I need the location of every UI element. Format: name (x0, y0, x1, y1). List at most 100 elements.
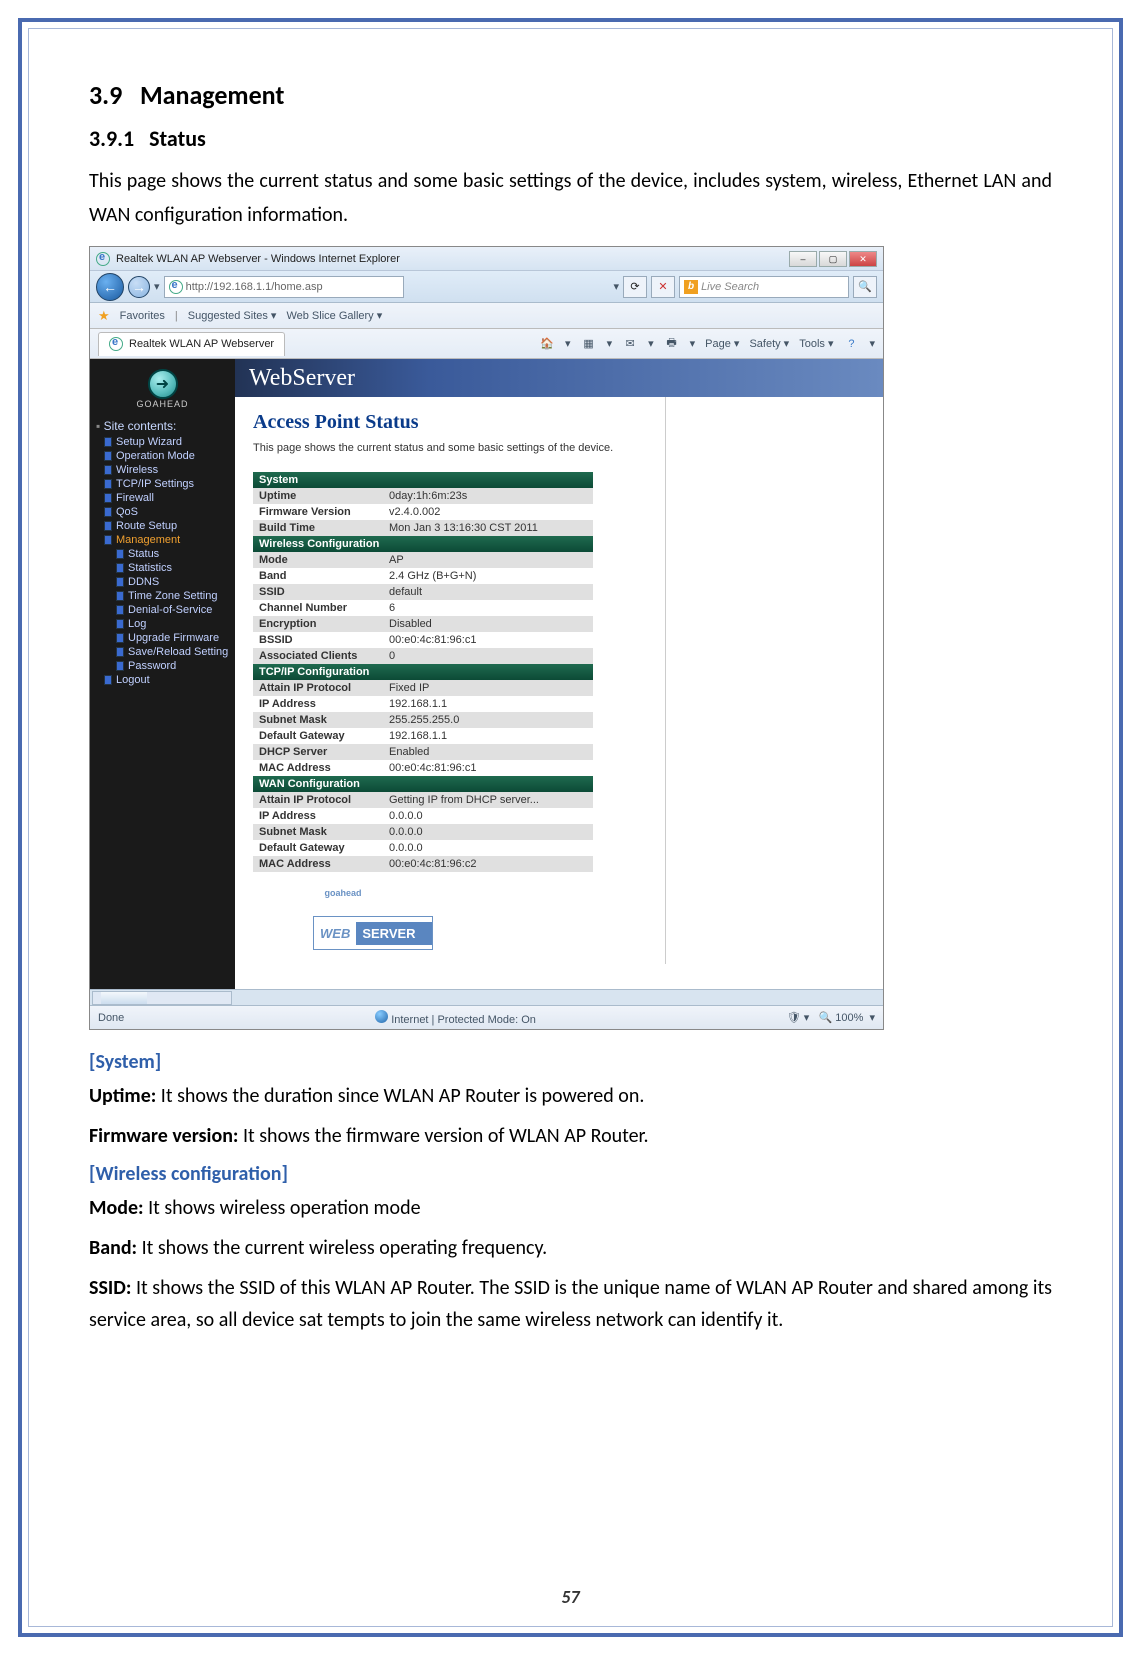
addr-dropdown-icon[interactable]: ▾ (613, 280, 619, 293)
favorites-label[interactable]: Favorites (120, 310, 165, 322)
sidebar-item-statistics[interactable]: Statistics (94, 561, 231, 575)
goahead-text: GOAHEAD (94, 399, 231, 409)
table-row: Firmware Versionv2.4.0.002 (253, 504, 593, 520)
table-row: Uptime0day:1h:6m:23s (253, 488, 593, 504)
horizontal-scrollbar[interactable] (90, 989, 883, 1005)
help-icon[interactable]: ? (843, 336, 859, 352)
sidebar-item-password[interactable]: Password (94, 659, 231, 673)
row-key: Build Time (253, 520, 383, 536)
sidebar-item-denial-of-service[interactable]: Denial-of-Service (94, 603, 231, 617)
sidebar-item-setup-wizard[interactable]: Setup Wizard (94, 435, 231, 449)
row-key: SSID (253, 584, 383, 600)
row-value: 255.255.255.0 (383, 712, 593, 728)
row-key: IP Address (253, 808, 383, 824)
refresh-button[interactable]: ⟳ (623, 276, 647, 298)
home-icon[interactable]: 🏠 (539, 336, 555, 352)
sidebar-item-save-reload-setting[interactable]: Save/Reload Setting (94, 645, 231, 659)
back-button[interactable]: ← (96, 273, 124, 301)
row-key: Encryption (253, 616, 383, 632)
def-band: Band: It shows the current wireless oper… (89, 1232, 1052, 1264)
row-key: Channel Number (253, 600, 383, 616)
search-button[interactable]: 🔍 (853, 276, 877, 298)
minimize-button[interactable]: – (789, 251, 817, 267)
app-brand: WebServer (249, 365, 355, 392)
row-value: Enabled (383, 744, 593, 760)
row-key: BSSID (253, 632, 383, 648)
sidebar-item-ddns[interactable]: DDNS (94, 575, 231, 589)
row-value: 0day:1h:6m:23s (383, 488, 593, 504)
def-mode: Mode: It shows wireless operation mode (89, 1192, 1052, 1224)
row-value: Mon Jan 3 13:16:30 CST 2011 (383, 520, 593, 536)
sidebar-item-firewall[interactable]: Firewall (94, 491, 231, 505)
table-row: Band2.4 GHz (B+G+N) (253, 568, 593, 584)
nav-dropdown-icon[interactable]: ▾ (154, 280, 160, 293)
table-row: Associated Clients0 (253, 648, 593, 664)
row-value: 0.0.0.0 (383, 808, 593, 824)
address-bar[interactable]: http://192.168.1.1/home.asp (164, 276, 404, 298)
status-left: Done (98, 1012, 124, 1024)
forward-button[interactable]: → (128, 276, 150, 298)
row-value: AP (383, 552, 593, 568)
cmd-tools[interactable]: Tools ▾ (799, 337, 833, 350)
folder-icon (104, 535, 112, 545)
table-row: MAC Address00:e0:4c:81:96:c2 (253, 856, 593, 872)
url-text: http://192.168.1.1/home.asp (186, 281, 323, 293)
favorites-star-icon[interactable]: ★ (98, 308, 110, 324)
sidebar-item-route-setup[interactable]: Route Setup (94, 519, 231, 533)
row-value: 2.4 GHz (B+G+N) (383, 568, 593, 584)
sidebar-item-qos[interactable]: QoS (94, 505, 231, 519)
sidebar-item-log[interactable]: Log (94, 617, 231, 631)
sidebar-item-upgrade-firmware[interactable]: Upgrade Firmware (94, 631, 231, 645)
sidebar-item-status[interactable]: Status (94, 547, 231, 561)
folder-icon (104, 521, 112, 531)
row-key: Subnet Mask (253, 712, 383, 728)
status-bar: Done Internet | Protected Mode: On 🛡 ▾ 🔍… (90, 1005, 883, 1029)
row-key: Default Gateway (253, 728, 383, 744)
subsection-title: Status (149, 125, 206, 152)
cmd-safety[interactable]: Safety ▾ (749, 337, 789, 350)
section-number: 3.9 (89, 79, 122, 111)
folder-icon (116, 661, 124, 671)
sidebar-item-management[interactable]: Management (94, 533, 231, 547)
mail-icon[interactable]: ✉ (622, 336, 638, 352)
main-area: WebServer Access Point Status This page … (235, 359, 883, 989)
table-row: IP Address192.168.1.1 (253, 696, 593, 712)
close-button[interactable]: ✕ (849, 251, 877, 267)
webserver-badge: WEB SERVER (313, 916, 433, 950)
folder-icon (104, 451, 112, 461)
row-key: MAC Address (253, 760, 383, 776)
row-key: MAC Address (253, 856, 383, 872)
search-box[interactable]: b Live Search (679, 276, 849, 298)
goahead-logo-icon: ➜ (148, 369, 178, 399)
blank-panel (665, 397, 760, 964)
sidebar-item-tcp-ip-settings[interactable]: TCP/IP Settings (94, 477, 231, 491)
maximize-button[interactable]: ▢ (819, 251, 847, 267)
sidebar-item-operation-mode[interactable]: Operation Mode (94, 449, 231, 463)
page-description: This page shows the current status and s… (253, 442, 647, 454)
zoom-icon[interactable]: 🔍 (818, 1012, 832, 1024)
status-table: SystemUptime0day:1h:6m:23sFirmware Versi… (253, 472, 593, 872)
bing-icon: b (684, 280, 698, 294)
subsection-number: 3.9.1 (89, 125, 134, 152)
sidebar-item-wireless[interactable]: Wireless (94, 463, 231, 477)
feeds-icon[interactable]: ▦ (581, 336, 597, 352)
row-key: Attain IP Protocol (253, 792, 383, 808)
print-icon[interactable]: 🖶 (664, 336, 680, 352)
table-row: Subnet Mask255.255.255.0 (253, 712, 593, 728)
protected-mode-icon[interactable]: 🛡 ▾ (787, 1012, 810, 1024)
app-header: WebServer (235, 359, 883, 397)
folder-icon (104, 507, 112, 517)
table-row: MAC Address00:e0:4c:81:96:c1 (253, 760, 593, 776)
row-key: Mode (253, 552, 383, 568)
row-value: 0.0.0.0 (383, 824, 593, 840)
window-title: Realtek WLAN AP Webserver - Windows Inte… (116, 253, 400, 265)
browser-tab[interactable]: Realtek WLAN AP Webserver (98, 332, 285, 356)
sidebar-item-time-zone-setting[interactable]: Time Zone Setting (94, 589, 231, 603)
row-value: 00:e0:4c:81:96:c1 (383, 632, 593, 648)
stop-button[interactable]: ✕ (651, 276, 675, 298)
fav-link-suggested[interactable]: Suggested Sites ▾ (188, 309, 277, 322)
cmd-page[interactable]: Page ▾ (705, 337, 739, 350)
folder-icon (104, 675, 112, 685)
fav-link-webslice[interactable]: Web Slice Gallery ▾ (286, 309, 382, 322)
sidebar-item-logout[interactable]: Logout (94, 673, 231, 687)
